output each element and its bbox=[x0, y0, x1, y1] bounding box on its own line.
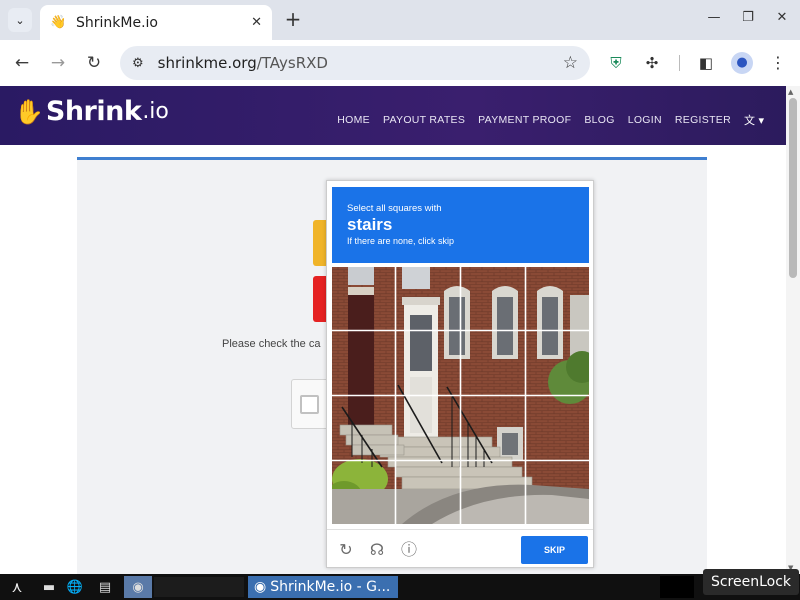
logo-word: Shrink bbox=[45, 96, 142, 127]
extensions-puzzle-icon[interactable]: ✣ bbox=[642, 53, 662, 73]
browser-globe-icon[interactable]: 🌐 bbox=[64, 576, 86, 598]
scroll-thumb[interactable] bbox=[789, 98, 797, 278]
check-captcha-message: Please check the ca bbox=[222, 338, 321, 350]
logo-hand-icon: ✋ bbox=[14, 97, 44, 126]
info-icon[interactable]: ⓘ bbox=[400, 541, 418, 559]
toolbar-divider bbox=[679, 55, 680, 71]
language-selector-icon[interactable]: 文 ▾ bbox=[744, 112, 764, 128]
challenge-hint: If there are none, click skip bbox=[347, 236, 455, 246]
url-text[interactable]: shrinkme.org/TAysRXD bbox=[158, 54, 563, 72]
system-tray[interactable] bbox=[660, 576, 694, 598]
skip-button[interactable]: SKIP bbox=[521, 536, 588, 564]
tab-search-chevron-icon[interactable]: ⌄ bbox=[8, 8, 32, 32]
scroll-up-icon[interactable]: ▲ bbox=[788, 88, 793, 96]
address-bar[interactable]: ⚙ shrinkme.org/TAysRXD ☆ bbox=[120, 46, 590, 80]
challenge-instruction: Select all squares with bbox=[347, 203, 442, 214]
chrome-launcher-icon[interactable]: ◉ bbox=[124, 576, 152, 598]
tab-title: ShrinkMe.io bbox=[76, 14, 158, 31]
site-settings-icon[interactable]: ⚙ bbox=[132, 56, 144, 71]
taskbar-window-shrinkme[interactable]: ◉ ShrinkMe.io - G... bbox=[248, 576, 398, 598]
recaptcha-checkbox[interactable] bbox=[300, 395, 319, 414]
challenge-header: Select all squares with stairs If there … bbox=[332, 187, 589, 263]
side-panel-icon[interactable]: ◧ bbox=[696, 53, 716, 73]
url-host: shrinkme.org bbox=[157, 54, 257, 72]
file-manager-icon[interactable]: ▤ bbox=[94, 576, 116, 598]
start-menu-icon[interactable]: ⋏ bbox=[2, 576, 32, 598]
shrinkme-favicon-icon: 👋 bbox=[50, 14, 67, 30]
challenge-image-grid bbox=[332, 267, 589, 524]
shield-extension-icon[interactable]: ⛨ bbox=[606, 53, 626, 73]
page-scrollbar[interactable]: ▲ ▼ bbox=[786, 86, 800, 574]
window-controls: — ❐ ✕ bbox=[706, 10, 790, 25]
workspace-1[interactable] bbox=[154, 577, 184, 597]
reload-page-icon[interactable]: ↻ bbox=[83, 52, 105, 74]
tab-close-icon[interactable]: ✕ bbox=[251, 15, 262, 30]
reload-icon[interactable]: ↻ bbox=[337, 541, 355, 559]
nav-home[interactable]: HOME bbox=[337, 114, 370, 126]
nav-register[interactable]: REGISTER bbox=[675, 114, 731, 126]
close-window-icon[interactable]: ✕ bbox=[774, 10, 790, 25]
site-logo[interactable]: ✋ Shrink .io bbox=[14, 96, 169, 127]
nav-payment-proof[interactable]: PAYMENT PROOF bbox=[478, 114, 571, 126]
menu-kebab-icon[interactable]: ⋮ bbox=[768, 53, 788, 73]
challenge-target: stairs bbox=[347, 215, 393, 234]
workspace-3[interactable] bbox=[214, 577, 244, 597]
challenge-footer: ↻ ☊ ⓘ SKIP bbox=[327, 529, 593, 569]
headphones-icon[interactable]: ☊ bbox=[368, 541, 386, 559]
url-path: /TAysRXD bbox=[256, 54, 328, 72]
stairs-street-photo bbox=[332, 267, 589, 524]
bookmark-star-icon[interactable]: ☆ bbox=[563, 53, 578, 73]
captcha-challenge: Select all squares with stairs If there … bbox=[326, 180, 594, 568]
nav-login[interactable]: LOGIN bbox=[628, 114, 662, 126]
nav-blog[interactable]: BLOG bbox=[584, 114, 614, 126]
minimize-icon[interactable]: — bbox=[706, 10, 722, 25]
chrome-window-icon: ◉ bbox=[254, 579, 267, 595]
forward-icon[interactable]: → bbox=[47, 52, 69, 74]
nav-payout-rates[interactable]: PAYOUT RATES bbox=[383, 114, 465, 126]
profile-avatar-icon[interactable]: ● bbox=[731, 52, 753, 74]
logo-suffix: .io bbox=[142, 99, 169, 124]
new-tab-button[interactable]: + bbox=[282, 8, 304, 30]
taskbar-window-title: ShrinkMe.io - G... bbox=[270, 579, 391, 595]
workspace-2[interactable] bbox=[184, 577, 214, 597]
os-taskbar: ⋏ ▬ 🌐 ▤ ◉ ◉ ShrinkMe.io - G... bbox=[0, 574, 800, 600]
site-header: ✋ Shrink .io HOME PAYOUT RATES PAYMENT P… bbox=[0, 86, 786, 145]
screenlock-button[interactable]: ScreenLock bbox=[703, 569, 799, 595]
browser-toolbar: ← → ↻ ⚙ shrinkme.org/TAysRXD ☆ ⛨ ✣ ◧ ● ⋮ bbox=[0, 40, 800, 86]
terminal-icon[interactable]: ▬ bbox=[38, 576, 60, 598]
tab-strip: ⌄ 👋 ShrinkMe.io ✕ + — ❐ ✕ bbox=[0, 0, 800, 40]
back-icon[interactable]: ← bbox=[11, 52, 33, 74]
restore-icon[interactable]: ❐ bbox=[740, 10, 756, 25]
recaptcha-widget bbox=[291, 379, 331, 429]
browser-tab[interactable]: 👋 ShrinkMe.io ✕ bbox=[40, 5, 272, 40]
main-nav: HOME PAYOUT RATES PAYMENT PROOF BLOG LOG… bbox=[337, 112, 764, 128]
